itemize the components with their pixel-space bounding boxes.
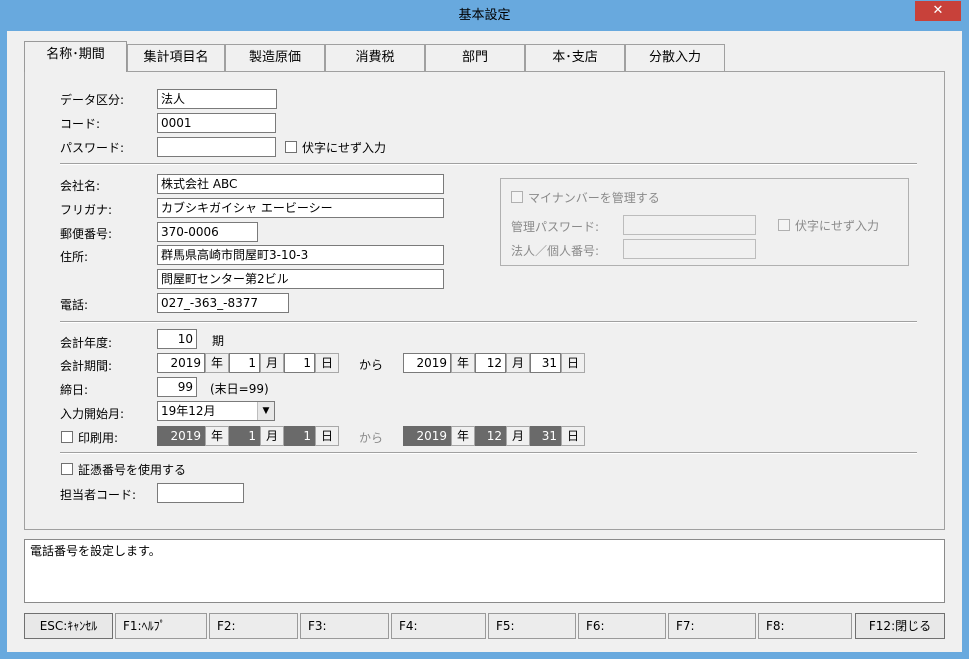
separator xyxy=(60,321,917,323)
mynumber-manage-label: マイナンバーを管理する xyxy=(528,191,660,205)
print-from-word: から xyxy=(359,431,384,445)
print-to-year[interactable]: 2019 xyxy=(403,426,451,446)
print-to-day[interactable]: 31 xyxy=(530,426,561,446)
code-label: コード: xyxy=(60,117,101,131)
chevron-down-icon[interactable]: ▼ xyxy=(257,402,274,420)
status-area: 電話番号を設定します。 xyxy=(24,539,945,603)
address1-field[interactable]: 群馬県高崎市問屋町3-10-3 xyxy=(157,245,444,265)
admin-password-label: 管理パスワード: xyxy=(511,220,600,234)
fiscal-year-field[interactable]: 10 xyxy=(157,329,197,349)
fiscal-year-label: 会計年度: xyxy=(60,336,113,350)
esc-cancel-button[interactable]: ESC:ｷｬﾝｾﾙ xyxy=(24,613,113,639)
mask-label: 伏字にせず入力 xyxy=(302,141,387,155)
address2-field[interactable]: 問屋町センター第2ビル xyxy=(157,269,444,289)
period-from-year[interactable]: 2019 xyxy=(157,353,205,373)
f1-help-button[interactable]: F1:ﾍﾙﾌﾟ xyxy=(115,613,207,639)
print-label: 印刷用: xyxy=(78,431,119,445)
separator xyxy=(60,452,917,454)
period-label: 会計期間: xyxy=(60,359,113,373)
start-month-value: 19年12月 xyxy=(161,404,216,418)
f3-button[interactable]: F3: xyxy=(300,613,389,639)
data-type-field[interactable]: 法人 xyxy=(157,89,277,109)
start-month-label: 入力開始月: xyxy=(60,407,125,421)
unit-day: 日 xyxy=(315,426,339,446)
unit-month: 月 xyxy=(260,353,284,373)
kana-field[interactable]: カブシキガイシャ エービーシー xyxy=(157,198,444,218)
unit-month: 月 xyxy=(260,426,284,446)
mask-checkbox[interactable] xyxy=(285,141,297,153)
window-title: 基本設定 xyxy=(458,8,511,23)
f8-button[interactable]: F8: xyxy=(758,613,852,639)
f5-button[interactable]: F5: xyxy=(488,613,576,639)
admin-password-field[interactable] xyxy=(623,215,756,235)
zip-field[interactable]: 370-0006 xyxy=(157,222,258,242)
title-bar: 基本設定 ✕ xyxy=(0,0,969,31)
f12-close-button[interactable]: F12:閉じる xyxy=(855,613,945,639)
print-from-year[interactable]: 2019 xyxy=(157,426,205,446)
company-name-label: 会社名: xyxy=(60,179,101,193)
password-field[interactable] xyxy=(157,137,276,157)
print-from-day[interactable]: 1 xyxy=(284,426,315,446)
unit-year: 年 xyxy=(451,426,475,446)
period-to-year[interactable]: 2019 xyxy=(403,353,451,373)
unit-year: 年 xyxy=(205,426,229,446)
mynumber-checkbox[interactable] xyxy=(511,191,523,203)
tab-department[interactable]: 部門 xyxy=(425,44,525,71)
kana-label: フリガナ: xyxy=(60,203,113,217)
unit-day: 日 xyxy=(561,353,585,373)
closing-day-label: 締日: xyxy=(60,383,89,397)
password-label: パスワード: xyxy=(60,141,125,155)
unit-day: 日 xyxy=(561,426,585,446)
staff-code-label: 担当者コード: xyxy=(60,488,137,502)
print-checkbox[interactable] xyxy=(61,431,73,443)
phone-label: 電話: xyxy=(60,298,89,312)
voucher-label: 証憑番号を使用する xyxy=(78,463,187,477)
period-from-day[interactable]: 1 xyxy=(284,353,315,373)
tab-branch[interactable]: 本･支店 xyxy=(525,44,625,71)
mynumber-group: マイナンバーを管理する 管理パスワード: 伏字にせず入力 法人／個人番号: xyxy=(500,178,909,266)
phone-field[interactable]: 027_-363_-8377 xyxy=(157,293,289,313)
unit-day: 日 xyxy=(315,353,339,373)
start-month-select[interactable]: 19年12月 ▼ xyxy=(157,401,275,421)
corp-number-label: 法人／個人番号: xyxy=(511,244,600,258)
unit-year: 年 xyxy=(205,353,229,373)
period-to-month[interactable]: 12 xyxy=(475,353,506,373)
data-type-label: データ区分: xyxy=(60,93,125,107)
from-word: から xyxy=(359,358,384,372)
f2-button[interactable]: F2: xyxy=(209,613,298,639)
separator xyxy=(60,163,917,165)
f6-button[interactable]: F6: xyxy=(578,613,666,639)
company-name-field[interactable]: 株式会社 ABC xyxy=(157,174,444,194)
dialog-client: 名称･期間 集計項目名 製造原価 消費税 部門 本･支店 分散入力 データ区分:… xyxy=(7,31,962,652)
tab-summary-items[interactable]: 集計項目名 xyxy=(127,44,225,71)
print-to-month[interactable]: 12 xyxy=(475,426,506,446)
close-button[interactable]: ✕ xyxy=(915,1,961,21)
staff-code-field[interactable] xyxy=(157,483,244,503)
unit-month: 月 xyxy=(506,426,530,446)
close-icon: ✕ xyxy=(932,3,944,18)
period-from-month[interactable]: 1 xyxy=(229,353,260,373)
tab-distributed-input[interactable]: 分散入力 xyxy=(625,44,725,71)
code-field[interactable]: 0001 xyxy=(157,113,276,133)
print-from-month[interactable]: 1 xyxy=(229,426,260,446)
unit-year: 年 xyxy=(451,353,475,373)
f4-button[interactable]: F4: xyxy=(391,613,486,639)
tab-name-period[interactable]: 名称･期間 xyxy=(24,41,127,72)
mynumber-mask-label: 伏字にせず入力 xyxy=(795,219,880,233)
closing-day-field[interactable]: 99 xyxy=(157,377,197,397)
unit-month: 月 xyxy=(506,353,530,373)
tab-consumption-tax[interactable]: 消費税 xyxy=(325,44,425,71)
mynumber-mask-checkbox[interactable] xyxy=(778,219,790,231)
address-label: 住所: xyxy=(60,250,89,264)
window: 基本設定 ✕ 名称･期間 集計項目名 製造原価 消費税 部門 本･支店 分散入力… xyxy=(0,0,969,659)
tab-panel: データ区分: 法人 コード: 0001 パスワード: 伏字にせず入力 会社名: … xyxy=(24,71,945,530)
voucher-checkbox[interactable] xyxy=(61,463,73,475)
zip-label: 郵便番号: xyxy=(60,227,113,241)
tab-manufacturing-cost[interactable]: 製造原価 xyxy=(225,44,325,71)
corp-number-field[interactable] xyxy=(623,239,756,259)
fiscal-year-unit: 期 xyxy=(212,334,225,348)
period-to-day[interactable]: 31 xyxy=(530,353,561,373)
closing-note: (末日=99) xyxy=(210,382,269,396)
f7-button[interactable]: F7: xyxy=(668,613,756,639)
